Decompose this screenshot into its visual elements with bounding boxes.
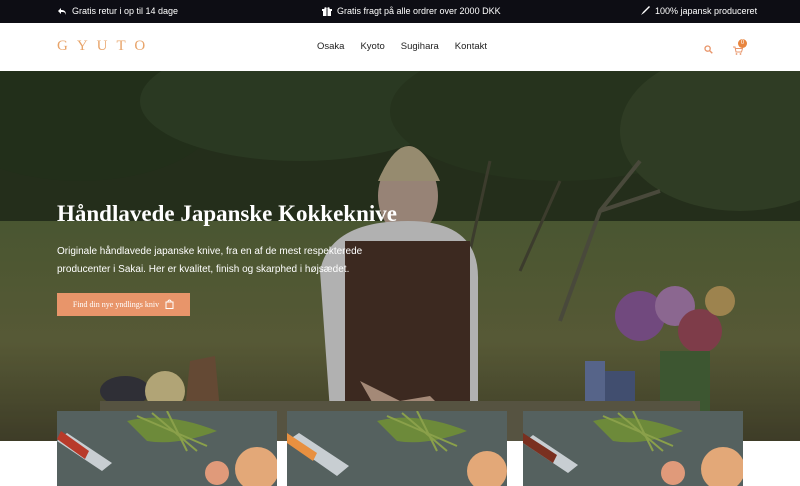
product-image bbox=[287, 411, 507, 486]
knife-icon bbox=[640, 6, 650, 16]
product-card[interactable] bbox=[57, 411, 277, 486]
nav-item-osaka[interactable]: Osaka bbox=[317, 41, 344, 52]
product-card[interactable] bbox=[523, 411, 743, 486]
logo[interactable]: GYUTO bbox=[57, 38, 154, 55]
hero-subtitle: Originale håndlavede japanske knive, fra… bbox=[57, 246, 363, 275]
hero-banner: Håndlavede Japanske Kokkeknive Originale… bbox=[0, 71, 800, 441]
hero-title: Håndlavede Japanske Kokkeknive bbox=[57, 201, 397, 226]
shopping-bag-icon bbox=[165, 299, 174, 311]
main-nav: Osaka Kyoto Sugihara Kontakt bbox=[317, 41, 503, 52]
product-strip bbox=[0, 411, 800, 486]
nav-item-sugihara[interactable]: Sugihara bbox=[401, 41, 439, 52]
return-icon bbox=[57, 7, 67, 16]
gift-icon bbox=[322, 6, 332, 16]
nav-item-kontakt[interactable]: Kontakt bbox=[455, 41, 487, 52]
hero-cta-label: Find din nye yndlings kniv bbox=[72, 300, 160, 309]
announcement-shipping: Gratis fragt på alle ordrer over 2000 DK… bbox=[322, 6, 501, 16]
product-card[interactable] bbox=[287, 411, 507, 486]
hero-cta-button[interactable]: Find din nye yndlings kniv bbox=[57, 293, 190, 316]
announcement-bar: Gratis retur i op til 14 dage Gratis fra… bbox=[0, 0, 800, 23]
cart-count-badge: 0 bbox=[738, 39, 747, 48]
product-image bbox=[523, 411, 743, 486]
product-image bbox=[57, 411, 277, 486]
announcement-returns: Gratis retur i op til 14 dage bbox=[57, 6, 178, 16]
announcement-japan: 100% japansk produceret bbox=[640, 6, 757, 16]
nav-item-kyoto[interactable]: Kyoto bbox=[360, 41, 384, 52]
search-icon[interactable] bbox=[704, 41, 713, 59]
site-header: GYUTO Osaka Kyoto Sugihara Kontakt 0 bbox=[0, 23, 800, 71]
